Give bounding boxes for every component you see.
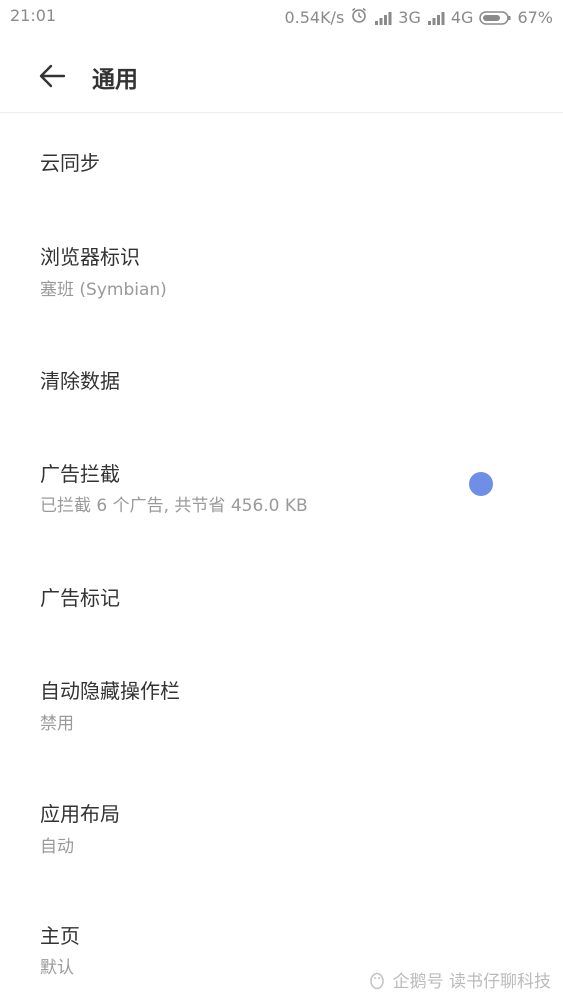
status-bar: 21:01 0.54K/s 3G 4G 67% [0, 0, 563, 32]
setting-subtitle: 自动 [40, 837, 74, 857]
network-type-1: 3G [398, 7, 421, 27]
signal-icon [374, 10, 392, 25]
setting-title: 云同步 [40, 151, 100, 175]
setting-browser-identity[interactable]: 浏览器标识 塞班 (Symbian) [0, 213, 563, 331]
setting-subtitle: 禁用 [40, 714, 74, 734]
setting-title: 广告标记 [40, 586, 120, 610]
watermark: 企鹅号 读书仔聊科技 [367, 967, 551, 992]
setting-app-layout[interactable]: 应用布局 自动 [0, 773, 563, 895]
watermark-text: 企鹅号 读书仔聊科技 [392, 972, 551, 992]
setting-subtitle: 塞班 (Symbian) [40, 280, 167, 300]
network-speed: 0.54K/s [284, 7, 345, 27]
setting-cloud-sync[interactable]: 云同步 [0, 113, 563, 213]
setting-ad-mark[interactable]: 广告标记 [0, 551, 563, 651]
setting-ad-block[interactable]: 广告拦截 已拦截 6 个广告, 共节省 456.0 KB [0, 431, 563, 551]
status-time: 21:01 [10, 6, 57, 25]
ad-block-toggle[interactable] [469, 472, 493, 496]
signal-icon-2 [427, 10, 445, 25]
page-title: 通用 [92, 67, 138, 93]
network-type-2: 4G [450, 7, 474, 27]
battery-level: 67% [517, 7, 553, 27]
setting-title: 广告拦截 [40, 462, 120, 486]
setting-title: 应用布局 [40, 802, 120, 826]
setting-subtitle: 已拦截 6 个广告, 共节省 456.0 KB [40, 496, 308, 516]
setting-title: 自动隐藏操作栏 [40, 679, 180, 703]
setting-title: 主页 [40, 924, 80, 948]
setting-auto-hide-toolbar[interactable]: 自动隐藏操作栏 禁用 [0, 651, 563, 773]
alarm-icon [350, 6, 368, 28]
arrow-left-icon [39, 64, 66, 88]
battery-icon [479, 10, 511, 25]
setting-subtitle: 默认 [40, 958, 74, 978]
setting-title: 清除数据 [40, 369, 120, 393]
penguin-logo-icon [369, 972, 384, 989]
setting-title: 浏览器标识 [40, 245, 140, 269]
setting-clear-data[interactable]: 清除数据 [0, 331, 563, 431]
app-bar: 通用 [0, 40, 563, 113]
back-button[interactable] [30, 54, 74, 98]
status-right: 0.54K/s 3G 4G 67% [284, 6, 553, 28]
